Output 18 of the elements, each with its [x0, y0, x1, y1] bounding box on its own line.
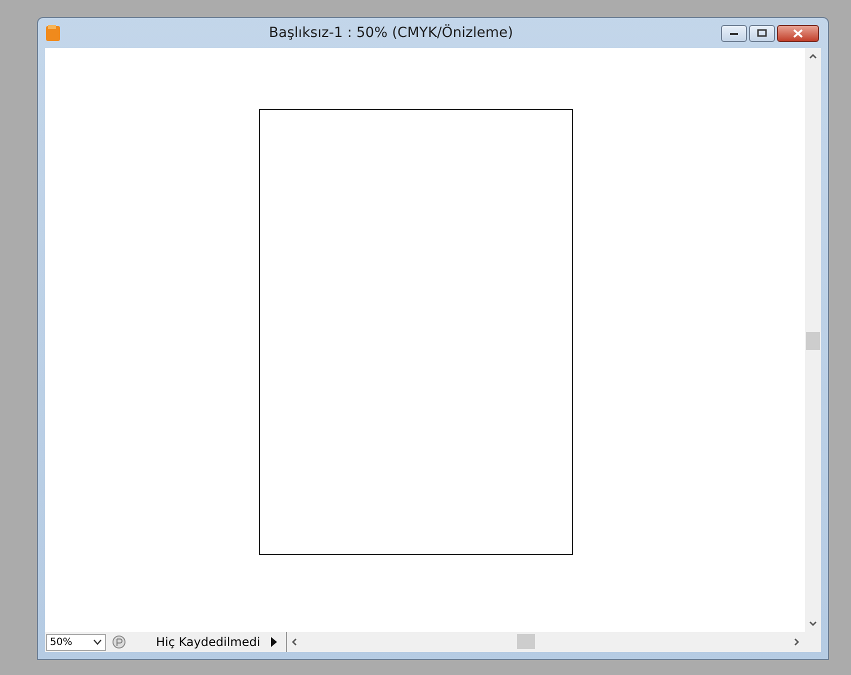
scroll-down-icon[interactable] [808, 619, 818, 629]
maximize-button[interactable] [749, 24, 775, 42]
zoom-field[interactable]: 50% [46, 634, 106, 650]
status-icon[interactable] [112, 635, 126, 649]
maximize-icon [757, 29, 767, 37]
scroll-thumb[interactable] [517, 634, 535, 649]
window-title: Başlıksız-1 : 50% (CMYK/Önizleme) [268, 25, 514, 41]
minimize-icon [729, 30, 739, 36]
app-icon [45, 24, 61, 42]
vertical-scrollbar[interactable] [805, 48, 821, 632]
save-status: Hiç Kaydedilmedi [155, 635, 262, 649]
play-icon[interactable] [270, 637, 278, 647]
minimize-button[interactable] [721, 24, 747, 42]
dropdown-caret-icon [93, 639, 102, 645]
scroll-up-icon[interactable] [808, 51, 818, 61]
close-icon [793, 28, 803, 38]
close-button[interactable] [777, 24, 819, 42]
scroll-thumb[interactable] [806, 332, 820, 350]
